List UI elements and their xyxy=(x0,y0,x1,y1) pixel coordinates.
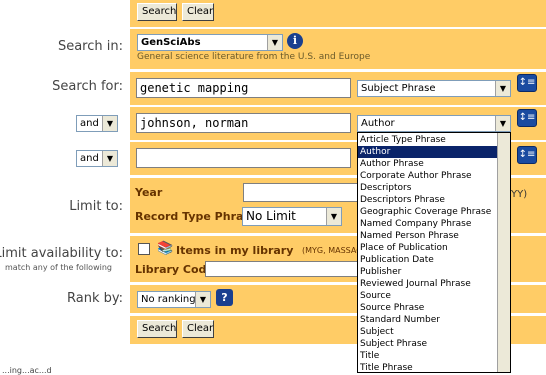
year-label: Year xyxy=(135,186,163,199)
library-code-input[interactable] xyxy=(205,261,358,277)
dropdown-option[interactable]: Source xyxy=(358,290,497,302)
library-code-label: Library Code xyxy=(135,263,214,276)
chevron-down-icon: ▼ xyxy=(495,116,510,131)
search-term-input-2[interactable]: johnson, norman xyxy=(136,113,351,133)
dropdown-option[interactable]: Author xyxy=(358,146,497,158)
search-term-input-1[interactable]: genetic mapping xyxy=(136,78,351,98)
year-input[interactable] xyxy=(243,183,358,202)
limit-availability-label: Limit availability to: xyxy=(0,246,123,261)
dropdown-option[interactable]: Geographic Coverage Phrase xyxy=(358,206,497,218)
dropdown-option[interactable]: Source Phrase xyxy=(358,302,497,314)
rank-by-select-value: No ranking xyxy=(141,294,196,305)
chevron-down-icon: ▼ xyxy=(195,292,210,307)
dropdown-option[interactable]: Publication Date xyxy=(358,254,497,266)
search-button-bottom[interactable]: Search xyxy=(137,320,177,338)
chevron-down-icon: ▼ xyxy=(267,35,282,50)
dropdown-option[interactable]: Descriptors Phrase xyxy=(358,194,497,206)
search-for-label: Search for: xyxy=(52,79,123,94)
dropdown-option[interactable]: Named Person Phrase xyxy=(358,230,497,242)
info-icon[interactable]: i xyxy=(287,33,303,49)
dropdown-scrollbar[interactable] xyxy=(497,133,510,372)
dropdown-option[interactable]: Descriptors xyxy=(358,182,497,194)
chevron-down-icon: ▼ xyxy=(326,208,341,225)
limit-to-label: Limit to: xyxy=(69,199,123,214)
dropdown-option[interactable]: Title xyxy=(358,350,497,362)
record-type-select[interactable]: No Limit ▼ xyxy=(242,207,342,226)
boolean-select-2-value: and xyxy=(80,118,99,129)
add-row-icon-3[interactable]: ↕≡ xyxy=(517,146,537,164)
search-term-input-3[interactable] xyxy=(136,148,351,168)
search-button-top[interactable]: Search xyxy=(137,3,177,21)
dropdown-option[interactable]: Standard Number xyxy=(358,314,497,326)
dropdown-option[interactable]: Subject xyxy=(358,326,497,338)
dropdown-option[interactable]: Publisher xyxy=(358,266,497,278)
items-in-library-label: Items in my library xyxy=(176,244,294,257)
boolean-select-2[interactable]: and ▼ xyxy=(76,115,118,132)
field-select-1[interactable]: Subject Phrase ▼ xyxy=(357,80,511,97)
clear-button-bottom[interactable]: Clear xyxy=(182,320,214,338)
dropdown-option[interactable]: Named Company Phrase xyxy=(358,218,497,230)
add-row-icon-2[interactable]: ↕≡ xyxy=(517,109,537,127)
dropdown-option[interactable]: Title Phrase xyxy=(358,362,497,372)
boolean-select-3-value: and xyxy=(80,153,99,164)
dropdown-option[interactable]: Article Type Phrase xyxy=(358,134,497,146)
search-in-label: Search in: xyxy=(57,39,123,54)
dropdown-option[interactable]: Subject Phrase xyxy=(358,338,497,350)
add-row-icon-1[interactable]: ↕≡ xyxy=(517,74,537,92)
record-type-select-value: No Limit xyxy=(246,209,296,223)
dropdown-option[interactable]: Reviewed Journal Phrase xyxy=(358,278,497,290)
chevron-down-icon: ▼ xyxy=(102,116,117,131)
record-type-label: Record Type Phrase xyxy=(135,210,258,223)
dropdown-option[interactable]: Corporate Author Phrase xyxy=(358,170,497,182)
clear-button-top[interactable]: Clear xyxy=(182,3,214,21)
help-icon[interactable]: ? xyxy=(216,289,233,306)
rank-by-label: Rank by: xyxy=(67,291,123,306)
field-select-1-value: Subject Phrase xyxy=(361,83,436,94)
database-description: General science literature from the U.S.… xyxy=(137,52,371,62)
dropdown-option[interactable]: Author Phrase xyxy=(358,158,497,170)
database-select[interactable]: GenSciAbs ▼ xyxy=(137,34,283,51)
limit-availability-sublabel: match any of the following xyxy=(5,263,112,272)
chevron-down-icon: ▼ xyxy=(102,151,117,166)
library-book-icon: 📚 xyxy=(157,241,174,256)
field-select-2-value: Author xyxy=(361,118,395,129)
field-dropdown-options: Article Type Phrase Author Author Phrase Co… xyxy=(358,134,497,372)
items-in-library-checkbox[interactable] xyxy=(138,243,150,255)
field-select-2[interactable]: Author ▼ xyxy=(357,115,511,132)
rank-by-select[interactable]: No ranking ▼ xyxy=(137,291,211,308)
chevron-down-icon: ▼ xyxy=(495,81,510,96)
database-select-value: GenSciAbs xyxy=(141,37,201,48)
boolean-select-3[interactable]: and ▼ xyxy=(76,150,118,167)
field-dropdown-list[interactable]: Article Type Phrase Author Author Phrase Co… xyxy=(357,132,511,373)
dropdown-option[interactable]: Place of Publication xyxy=(358,242,497,254)
year-format-hint: YY) xyxy=(511,189,528,200)
